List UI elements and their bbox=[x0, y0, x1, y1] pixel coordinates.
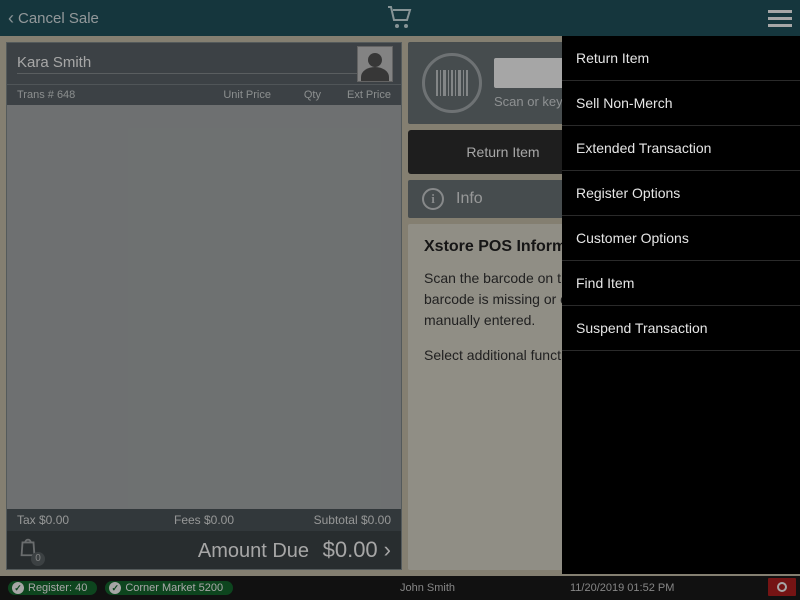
transaction-number: Trans # 648 bbox=[17, 89, 201, 101]
status-register: ✓ Register: 40 bbox=[8, 581, 97, 595]
top-bar: ‹ Cancel Sale bbox=[0, 0, 800, 36]
menu-item-sell-non-merch[interactable]: Sell Non-Merch bbox=[562, 81, 800, 126]
receipt-lines bbox=[7, 105, 401, 509]
brand-icon bbox=[768, 578, 796, 596]
status-store: ✓ Corner Market 5200 bbox=[105, 581, 233, 595]
receipt-headers: Trans # 648 Unit Price Qty Ext Price bbox=[7, 85, 401, 105]
menu-item-customer-options[interactable]: Customer Options bbox=[562, 216, 800, 261]
bag-icon[interactable]: 0 bbox=[17, 536, 45, 564]
status-bar: ✓ Register: 40 ✓ Corner Market 5200 John… bbox=[0, 576, 800, 600]
fees-total: Fees $0.00 bbox=[142, 513, 267, 527]
header-unit-price: Unit Price bbox=[201, 89, 271, 101]
amount-due-value: $0.00 bbox=[323, 537, 378, 562]
subtotal: Subtotal $0.00 bbox=[266, 513, 391, 527]
menu-item-return-item[interactable]: Return Item bbox=[562, 36, 800, 81]
context-menu: Return Item Sell Non-Merch Extended Tran… bbox=[562, 36, 800, 574]
header-qty: Qty bbox=[271, 89, 321, 101]
cart-icon[interactable] bbox=[386, 4, 414, 35]
info-icon: i bbox=[422, 188, 444, 210]
receipt-panel: Kara Smith Trans # 648 Unit Price Qty Ex… bbox=[6, 42, 402, 570]
header-ext-price: Ext Price bbox=[321, 89, 391, 101]
chevron-right-icon[interactable]: › bbox=[384, 537, 391, 563]
tax-total: Tax $0.00 bbox=[17, 513, 142, 527]
cancel-sale-button[interactable]: Cancel Sale bbox=[18, 10, 99, 27]
status-user: John Smith bbox=[400, 582, 455, 594]
menu-item-register-options[interactable]: Register Options bbox=[562, 171, 800, 216]
check-icon: ✓ bbox=[109, 582, 121, 594]
menu-item-suspend-transaction[interactable]: Suspend Transaction bbox=[562, 306, 800, 351]
receipt-amount-due-row[interactable]: 0 Amount Due $0.00 › bbox=[7, 531, 401, 569]
avatar-icon[interactable] bbox=[357, 46, 393, 82]
menu-item-extended-transaction[interactable]: Extended Transaction bbox=[562, 126, 800, 171]
check-icon: ✓ bbox=[12, 582, 24, 594]
hamburger-menu-icon[interactable] bbox=[768, 10, 792, 27]
status-datetime: 11/20/2019 01:52 PM bbox=[570, 582, 674, 594]
receipt-subtotals: Tax $0.00 Fees $0.00 Subtotal $0.00 bbox=[7, 509, 401, 531]
customer-name[interactable]: Kara Smith bbox=[17, 54, 357, 74]
bag-count: 0 bbox=[31, 552, 45, 566]
back-chevron-icon[interactable]: ‹ bbox=[8, 8, 14, 29]
amount-due-label: Amount Due bbox=[198, 540, 309, 562]
info-heading: Info bbox=[456, 190, 483, 208]
barcode-icon bbox=[422, 53, 482, 113]
menu-item-find-item[interactable]: Find Item bbox=[562, 261, 800, 306]
